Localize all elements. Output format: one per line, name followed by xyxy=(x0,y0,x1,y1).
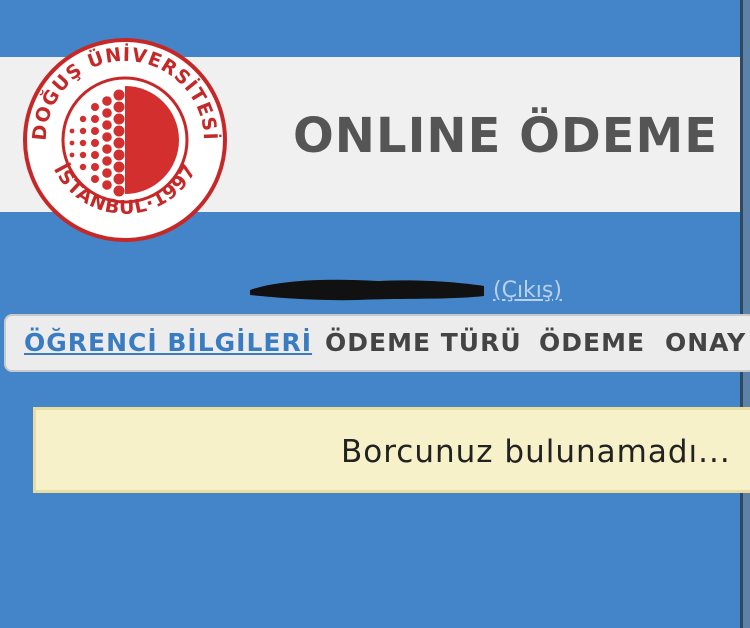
logo-dot xyxy=(113,185,125,197)
logo-dot xyxy=(102,120,112,130)
logo-dot xyxy=(113,173,125,185)
logo-dot xyxy=(69,152,75,158)
logo-dot xyxy=(102,156,112,166)
university-logo: DOĞUŞ ÜNİVERSİTESİ İSTANBUL·1997 xyxy=(23,38,227,242)
logo-dot xyxy=(79,139,87,147)
logo-dot xyxy=(91,127,99,135)
logo-dot xyxy=(102,144,112,154)
logout-link[interactable]: (Çıkış) xyxy=(493,278,562,303)
logo-dot xyxy=(102,132,112,142)
logo-dot xyxy=(79,127,87,135)
nav-tab-onay[interactable]: ONAY xyxy=(665,328,746,357)
logo-dot xyxy=(102,180,112,190)
logo-dot xyxy=(113,89,125,101)
alert-message: Borcunuz bulunamadı... xyxy=(341,434,731,470)
nav-tab-ogrenci-bilgileri[interactable]: ÖĞRENCİ BİLGİLERİ xyxy=(24,328,312,357)
logo-dot xyxy=(69,128,75,134)
logo-dot xyxy=(91,151,99,159)
logo-dot xyxy=(102,96,112,106)
nav-tab-odeme[interactable]: ÖDEME xyxy=(539,328,645,357)
nav-bar: ÖĞRENCİ BİLGİLERİ ÖDEME TÜRÜ ÖDEME ONAY xyxy=(4,314,750,372)
logo-dot xyxy=(69,140,75,146)
logo-dot xyxy=(91,163,99,171)
logo-dot xyxy=(113,137,125,149)
logo-dot xyxy=(79,163,87,171)
logo-dot xyxy=(113,113,125,125)
logo-dot xyxy=(113,101,125,113)
info-alert: Borcunuz bulunamadı... xyxy=(33,407,750,493)
logo-dot xyxy=(113,161,125,173)
logo-dot xyxy=(79,151,87,159)
page-title: ONLINE ÖDEME xyxy=(293,108,719,164)
redacted-username xyxy=(250,279,484,301)
logo-dot xyxy=(91,103,99,111)
logo-dot xyxy=(91,139,99,147)
user-row: (Çıkış) xyxy=(248,272,588,308)
logo-dot xyxy=(113,149,125,161)
logo-dot xyxy=(91,175,99,183)
logo-dot xyxy=(91,115,99,123)
logo-dot xyxy=(102,108,112,118)
nav-tab-odeme-turu[interactable]: ÖDEME TÜRÜ xyxy=(325,328,522,357)
logo-dot xyxy=(113,125,125,137)
logo-dot xyxy=(102,168,112,178)
logo-dot xyxy=(79,115,87,123)
